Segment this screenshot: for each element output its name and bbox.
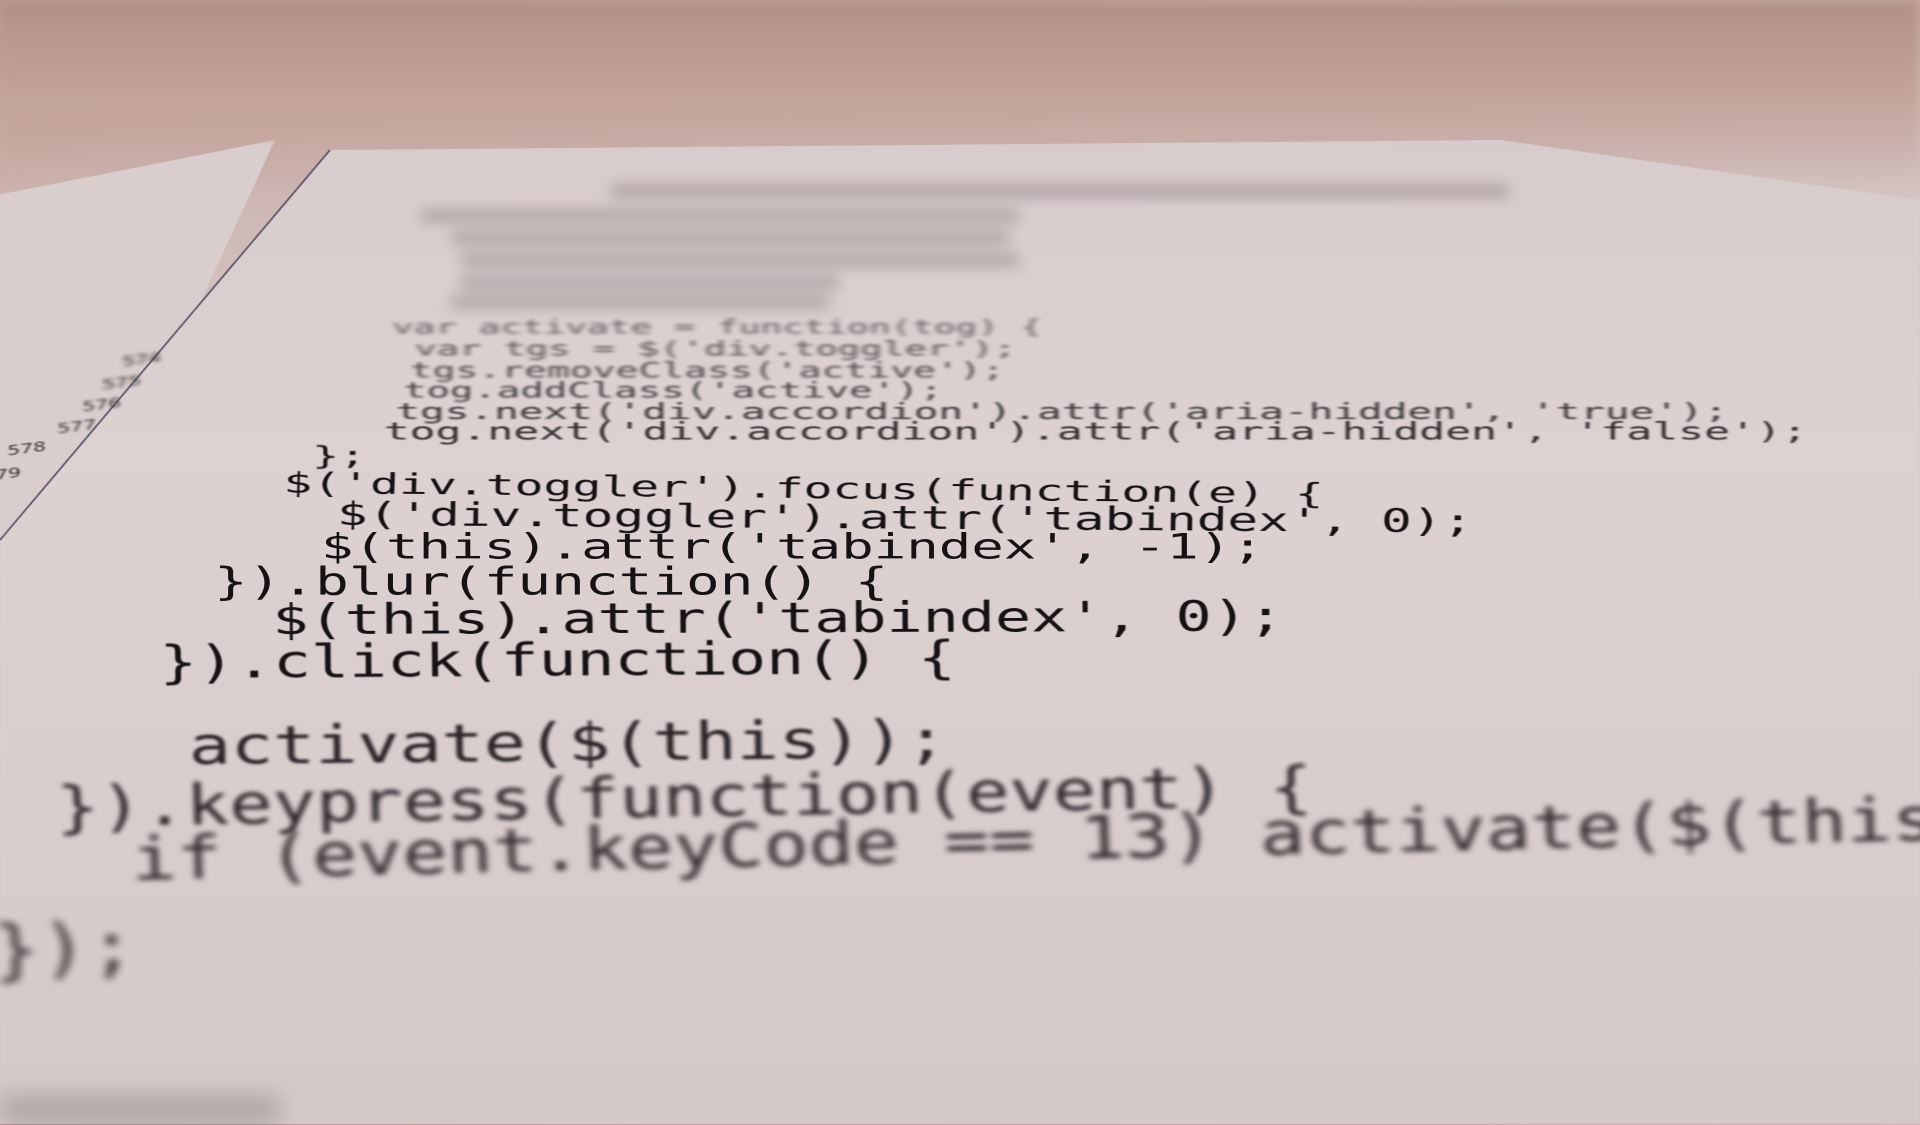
blurred-code-line bbox=[460, 276, 840, 288]
blurred-code-line bbox=[450, 232, 1010, 244]
blurred-code-line bbox=[450, 296, 830, 308]
blurred-code-line bbox=[0, 1095, 280, 1125]
blurred-code-line bbox=[420, 210, 1020, 222]
blurred-code-line bbox=[610, 185, 1510, 197]
code-line: }).click(function() { bbox=[159, 630, 957, 689]
code-line: tog.next('div.accordion').attr('aria-hid… bbox=[332, 418, 1808, 446]
code-line: var activate = function(tog) { bbox=[392, 316, 1043, 339]
blurred-code-line bbox=[460, 254, 1020, 266]
code-line: }); bbox=[0, 907, 138, 989]
